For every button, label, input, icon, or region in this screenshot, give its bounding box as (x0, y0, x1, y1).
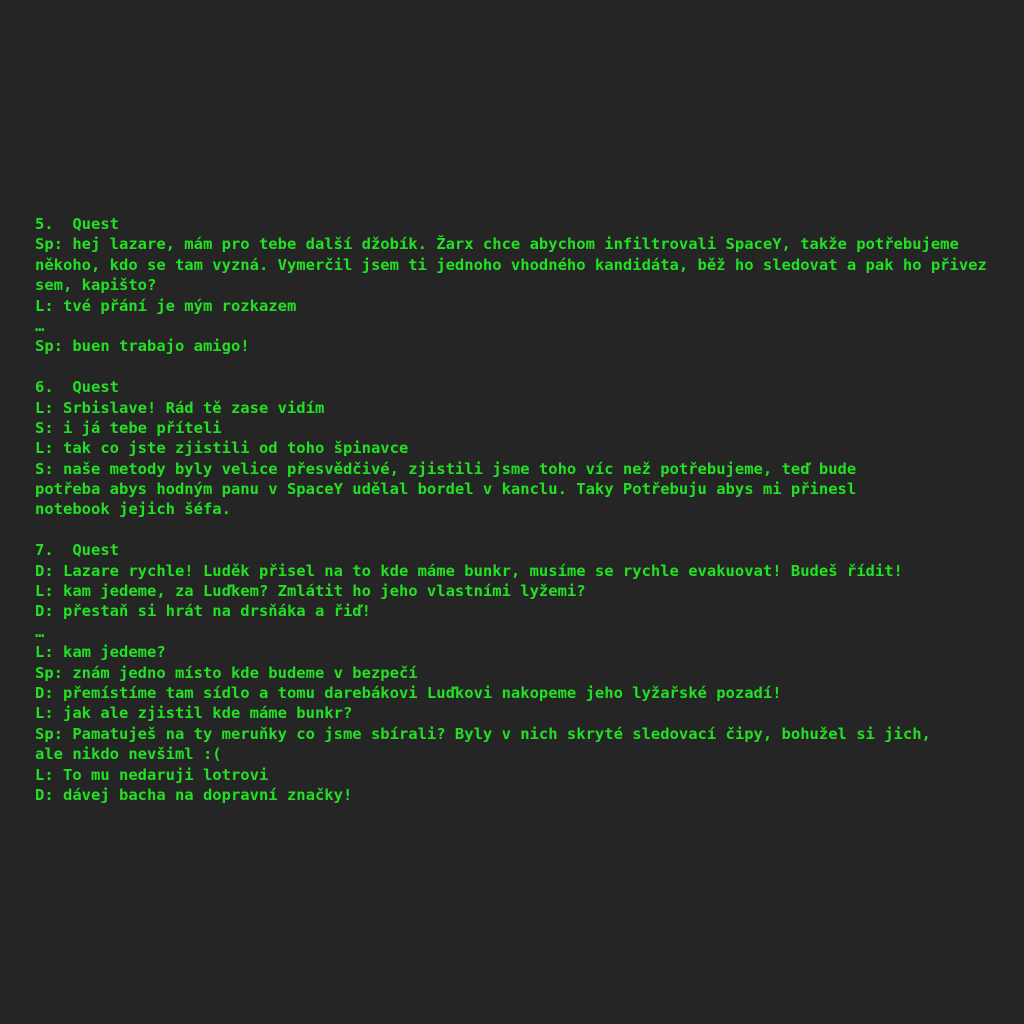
dialogue-line: L: jak ale zjistil kde máme bunkr? (35, 704, 353, 723)
dialogue-line: S: naše metody byly velice přesvědčivé, … (35, 459, 857, 478)
quest-heading: 7. Quest (35, 541, 119, 560)
quest-heading: 5. Quest (35, 215, 119, 233)
ellipsis-line: … (35, 622, 45, 641)
dialogue-line: L: kam jedeme? (35, 643, 166, 662)
dialogue-line: D: Lazare rychle! Luděk přisel na to kde… (35, 561, 903, 580)
dialogue-line: Sp: hej lazare, mám pro tebe další džobí… (35, 235, 959, 254)
dialogue-line: D: dávej bacha na dopravní značky! (35, 785, 353, 804)
quest-section: 7. Quest D: Lazare rychle! Luděk přisel … (35, 540, 1000, 805)
dialogue-line: někoho, kdo se tam vyzná. Vymerčil jsem … (35, 255, 987, 274)
dialogue-line: L: tvé přání je mým rozkazem (35, 296, 297, 315)
dialogue-line: sem, kapišto? (35, 276, 157, 295)
dialogue-line: D: přemístíme tam sídlo a tomu darebákov… (35, 683, 782, 702)
dialogue-line: L: tak co jste zjistili od toho špinavce (35, 439, 409, 458)
document-body: 5. Quest Sp: hej lazare, mám pro tebe da… (35, 214, 1000, 805)
quest-section: 6. Quest L: Srbislave! Rád tě zase vidím… (35, 377, 1000, 520)
quest-heading: 6. Quest (35, 378, 119, 397)
dialogue-line: Sp: buen trabajo amigo! (35, 337, 250, 356)
dialogue-line: ale nikdo nevšiml :( (35, 745, 222, 764)
quest-section: 5. Quest Sp: hej lazare, mám pro tebe da… (35, 214, 1000, 357)
dialogue-line: notebook jejich šéfa. (35, 500, 231, 519)
dialogue-line: D: přestaň si hrát na drsňáka a řiď! (35, 602, 371, 621)
ellipsis-line: … (35, 316, 45, 335)
dialogue-line: L: Srbislave! Rád tě zase vidím (35, 398, 325, 417)
dialogue-line: L: To mu nedaruji lotrovi (35, 765, 269, 784)
dialogue-line: L: kam jedeme, za Luďkem? Zmlátit ho jeh… (35, 582, 586, 601)
dialogue-line: S: i já tebe příteli (35, 418, 222, 437)
dialogue-line: potřeba abys hodným panu v SpaceY udělal… (35, 480, 857, 499)
dialogue-line: Sp: znám jedno místo kde budeme v bezpeč… (35, 663, 418, 682)
dialogue-line: Sp: Pamatuješ na ty meruňky co jsme sbír… (35, 724, 931, 743)
